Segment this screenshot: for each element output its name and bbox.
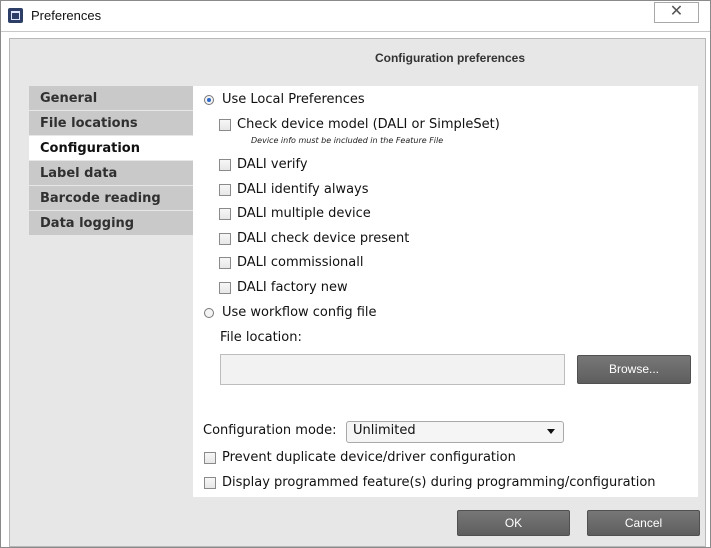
radio-checked-icon [204, 95, 214, 105]
sidebar-item-general[interactable]: General [29, 86, 193, 111]
title-bar: Preferences ✕ [1, 1, 710, 32]
checkbox-icon [219, 282, 231, 294]
checkbox-icon [219, 184, 231, 196]
sidebar-item-data-logging[interactable]: Data logging [29, 211, 193, 236]
preferences-app-icon [8, 8, 23, 23]
chevron-down-icon [547, 429, 555, 434]
checkbox-icon [219, 159, 231, 171]
sidebar-item-configuration[interactable]: Configuration [29, 136, 193, 161]
checkbox-icon [204, 477, 216, 489]
sidebar-item-label-data[interactable]: Label data [29, 161, 193, 186]
ok-button[interactable]: OK [457, 510, 570, 536]
checkbox-icon [204, 452, 216, 464]
checkbox-icon [219, 233, 231, 245]
page-title: Configuration preferences [374, 51, 526, 65]
sidebar: General File locations Configuration Lab… [29, 86, 193, 236]
window-title: Preferences [31, 8, 102, 23]
preferences-window: Preferences ✕ Configuration preferences … [0, 0, 711, 548]
close-button[interactable]: ✕ [654, 2, 699, 23]
cancel-button[interactable]: Cancel [587, 510, 700, 536]
checkbox-icon [219, 257, 231, 269]
configuration-mode-value: Unlimited [353, 423, 416, 438]
radio-unchecked-icon [204, 308, 214, 318]
dialog-body: Configuration preferences General File l… [9, 38, 706, 547]
file-location-field[interactable] [220, 354, 565, 385]
configuration-mode-select[interactable]: Unlimited [346, 421, 564, 443]
check-device-note: Device info must be included in the Feat… [251, 136, 444, 145]
sidebar-item-file-locations[interactable]: File locations [29, 111, 193, 136]
sidebar-item-barcode-reading[interactable]: Barcode reading [29, 186, 193, 211]
browse-button[interactable]: Browse... [577, 355, 691, 384]
checkbox-icon [219, 208, 231, 220]
configuration-mode-label: Configuration mode: [203, 423, 337, 438]
checkbox-icon [219, 119, 231, 131]
file-location-label: File location: [220, 330, 302, 345]
